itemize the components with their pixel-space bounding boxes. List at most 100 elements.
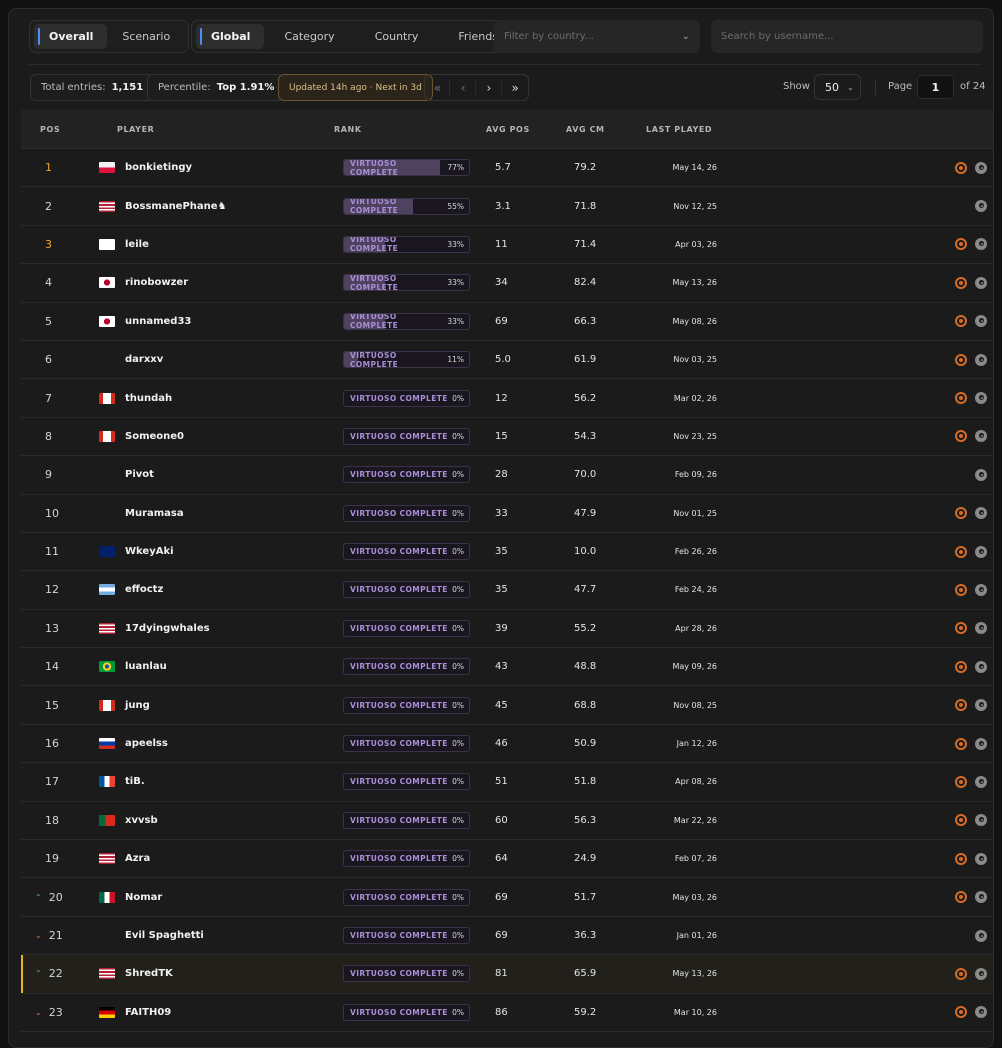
steam-icon[interactable] bbox=[975, 852, 987, 865]
prev-page-button[interactable]: ‹ bbox=[451, 80, 477, 95]
replay-icon[interactable] bbox=[955, 276, 967, 289]
replay-icon[interactable] bbox=[955, 507, 967, 520]
replay-icon[interactable] bbox=[955, 161, 967, 174]
player-name[interactable]: luanlau bbox=[125, 648, 167, 685]
replay-icon[interactable] bbox=[955, 737, 967, 750]
table-row[interactable]: 16 apeelss VIRTUOSO COMPLETE 0% 46 50.9 Jan… bbox=[21, 725, 993, 764]
col-player[interactable]: PLAYER bbox=[117, 125, 154, 134]
replay-icon[interactable] bbox=[955, 622, 967, 635]
col-pos[interactable]: POS bbox=[40, 125, 60, 134]
page-number-input[interactable] bbox=[917, 75, 954, 99]
steam-icon[interactable] bbox=[975, 583, 987, 596]
replay-icon[interactable] bbox=[955, 660, 967, 673]
table-row[interactable]: ⌃ 22 ShredTK VIRTUOSO COMPLETE 0% 81 65.9 Ma… bbox=[21, 955, 993, 994]
first-page-button[interactable]: « bbox=[425, 80, 451, 95]
player-name[interactable]: FAITH09 bbox=[125, 994, 171, 1031]
steam-icon[interactable] bbox=[975, 622, 987, 635]
replay-icon[interactable] bbox=[955, 545, 967, 558]
steam-icon[interactable] bbox=[975, 737, 987, 750]
player-name[interactable]: ShredTK bbox=[125, 955, 173, 992]
steam-icon[interactable] bbox=[975, 392, 987, 405]
table-row[interactable]: 14 luanlau VIRTUOSO COMPLETE 0% 43 48.8 May… bbox=[21, 648, 993, 687]
replay-icon[interactable] bbox=[955, 1006, 967, 1019]
player-name[interactable]: darxxv bbox=[125, 341, 163, 378]
player-name[interactable]: Nomar bbox=[125, 878, 162, 915]
steam-icon[interactable] bbox=[975, 353, 987, 366]
steam-icon[interactable] bbox=[975, 929, 987, 942]
player-name[interactable]: rinobowzer bbox=[125, 264, 188, 301]
steam-icon[interactable] bbox=[975, 200, 987, 213]
replay-icon[interactable] bbox=[955, 775, 967, 788]
table-row[interactable]: ⌄ 21 Evil Spaghetti VIRTUOSO COMPLETE 0% 6… bbox=[21, 917, 993, 956]
last-page-button[interactable]: » bbox=[503, 81, 528, 95]
steam-icon[interactable] bbox=[975, 545, 987, 558]
steam-icon[interactable] bbox=[975, 967, 987, 980]
col-rank[interactable]: RANK bbox=[334, 125, 362, 134]
player-name[interactable]: tiB. bbox=[125, 763, 145, 800]
table-row[interactable]: 2 BossmanePhane♞ VIRTUOSO COMPLETE 55% 3.… bbox=[21, 187, 993, 226]
player-name[interactable]: 17dyingwhales bbox=[125, 610, 210, 647]
player-name[interactable]: thundah bbox=[125, 379, 172, 416]
steam-icon[interactable] bbox=[975, 468, 987, 481]
table-row[interactable]: 8 Someone0 VIRTUOSO COMPLETE 0% 15 54.3 Nov… bbox=[21, 418, 993, 457]
player-name[interactable]: BossmanePhane♞ bbox=[125, 187, 227, 224]
steam-icon[interactable] bbox=[975, 660, 987, 673]
player-name[interactable]: bonkietingy bbox=[125, 149, 192, 186]
player-name[interactable]: effoctz bbox=[125, 571, 163, 608]
table-row[interactable]: 15 jung VIRTUOSO COMPLETE 0% 45 68.8 Nov 08… bbox=[21, 686, 993, 725]
steam-icon[interactable] bbox=[975, 276, 987, 289]
table-row[interactable]: 3 leile VIRTUOSO COMPLETE 33% 11 71.4 Apr 0… bbox=[21, 226, 993, 265]
replay-icon[interactable] bbox=[955, 967, 967, 980]
page-size-select[interactable]: 50 ⌄ bbox=[814, 74, 861, 100]
table-row[interactable]: 12 effoctz VIRTUOSO COMPLETE 0% 35 47.7 Feb… bbox=[21, 571, 993, 610]
table-row[interactable]: 7 thundah VIRTUOSO COMPLETE 0% 12 56.2 Mar … bbox=[21, 379, 993, 418]
player-name[interactable]: jung bbox=[125, 686, 150, 723]
tab-scenario[interactable]: Scenario bbox=[107, 24, 184, 49]
tab-category[interactable]: Category bbox=[264, 24, 354, 49]
player-name[interactable]: Azra bbox=[125, 840, 150, 877]
tab-global[interactable]: Global bbox=[196, 24, 265, 49]
player-name[interactable]: WkeyAki bbox=[125, 533, 174, 570]
tab-overall[interactable]: Overall bbox=[34, 24, 108, 49]
table-row[interactable]: 6 darxxv VIRTUOSO COMPLETE 11% 5.0 61.9 Nov… bbox=[21, 341, 993, 380]
player-name[interactable]: Pivot bbox=[125, 456, 154, 493]
table-row[interactable]: 19 Azra VIRTUOSO COMPLETE 0% 64 24.9 Feb 07… bbox=[21, 840, 993, 879]
steam-icon[interactable] bbox=[975, 699, 987, 712]
steam-icon[interactable] bbox=[975, 238, 987, 251]
search-username-input[interactable] bbox=[711, 20, 983, 53]
player-name[interactable]: leile bbox=[125, 226, 149, 263]
col-avg-cm[interactable]: AVG CM bbox=[566, 125, 605, 134]
steam-icon[interactable] bbox=[975, 891, 987, 904]
table-row[interactable]: ⌄ 23 FAITH09 VIRTUOSO COMPLETE 0% 86 59.2 Ma… bbox=[21, 994, 993, 1032]
table-row[interactable]: 13 17dyingwhales VIRTUOSO COMPLETE 0% 39 5… bbox=[21, 610, 993, 649]
player-name[interactable]: apeelss bbox=[125, 725, 168, 762]
table-row[interactable]: 10 Muramasa VIRTUOSO COMPLETE 0% 33 47.9 No… bbox=[21, 495, 993, 533]
col-last-played[interactable]: LAST PLAYED bbox=[646, 125, 712, 134]
table-row[interactable]: 1 bonkietingy VIRTUOSO COMPLETE 77% 5.7 79… bbox=[21, 149, 993, 188]
country-filter-select[interactable]: Filter by country... ⌄ bbox=[494, 20, 700, 53]
replay-icon[interactable] bbox=[955, 238, 967, 251]
replay-icon[interactable] bbox=[955, 814, 967, 827]
table-row[interactable]: 4 rinobowzer VIRTUOSO COMPLETE 33% 34 82.4… bbox=[21, 264, 993, 303]
steam-icon[interactable] bbox=[975, 161, 987, 174]
table-row[interactable]: ⌃ 20 Nomar VIRTUOSO COMPLETE 0% 69 51.7 May … bbox=[21, 878, 993, 917]
replay-icon[interactable] bbox=[955, 430, 967, 443]
table-row[interactable]: 5 unnamed33 VIRTUOSO COMPLETE 33% 69 66.3 M… bbox=[21, 303, 993, 341]
steam-icon[interactable] bbox=[975, 430, 987, 443]
col-avg-pos[interactable]: AVG POS bbox=[486, 125, 530, 134]
player-name[interactable]: Someone0 bbox=[125, 418, 184, 455]
table-row[interactable]: 18 xvvsb VIRTUOSO COMPLETE 0% 60 56.3 Mar 2… bbox=[21, 802, 993, 841]
steam-icon[interactable] bbox=[975, 814, 987, 827]
player-name[interactable]: xvvsb bbox=[125, 802, 158, 839]
steam-icon[interactable] bbox=[975, 315, 987, 328]
tab-country[interactable]: Country bbox=[355, 24, 439, 49]
replay-icon[interactable] bbox=[955, 353, 967, 366]
table-row[interactable]: 11 WkeyAki VIRTUOSO COMPLETE 0% 35 10.0 Feb… bbox=[21, 533, 993, 572]
steam-icon[interactable] bbox=[975, 775, 987, 788]
replay-icon[interactable] bbox=[955, 699, 967, 712]
steam-icon[interactable] bbox=[975, 1006, 987, 1019]
player-name[interactable]: Evil Spaghetti bbox=[125, 917, 204, 954]
table-row[interactable]: 9 Pivot VIRTUOSO COMPLETE 0% 28 70.0 Feb 09… bbox=[21, 456, 993, 495]
player-name[interactable]: unnamed33 bbox=[125, 303, 191, 340]
replay-icon[interactable] bbox=[955, 315, 967, 328]
